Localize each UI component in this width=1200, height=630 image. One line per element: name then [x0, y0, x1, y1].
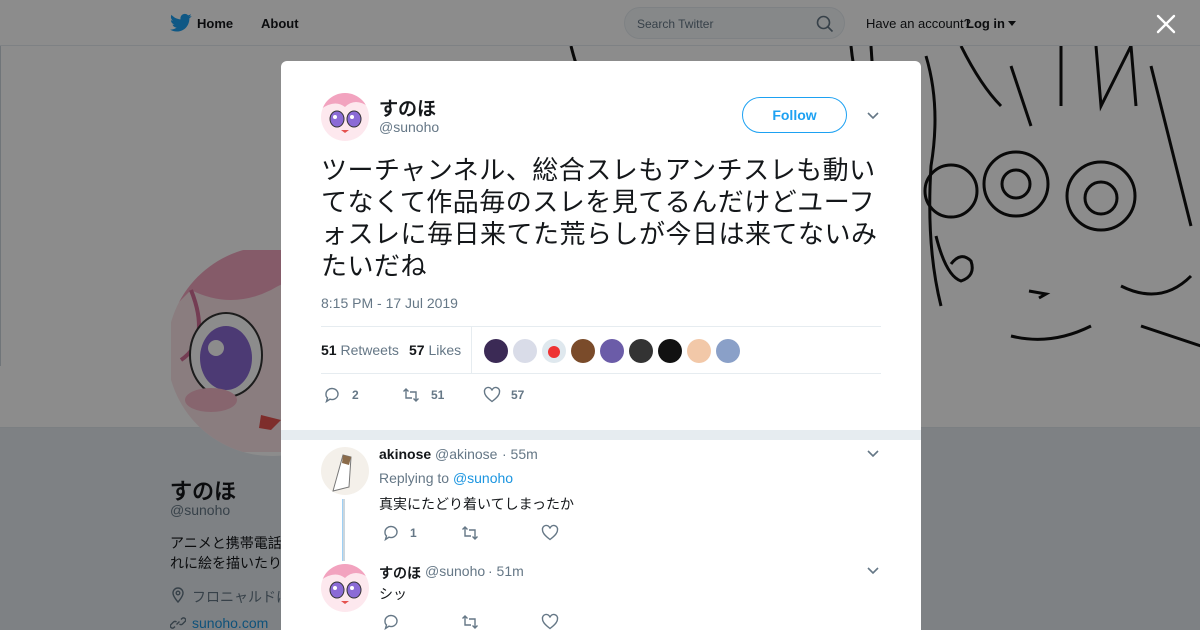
- liker-avatar[interactable]: [513, 339, 537, 363]
- tweet-stats: 51 Retweets 57 Likes: [321, 326, 881, 374]
- reply-avatar[interactable]: [321, 564, 369, 612]
- tweet-timestamp[interactable]: 8:15 PM - 17 Jul 2019: [321, 295, 458, 311]
- author-avatar[interactable]: [321, 93, 369, 141]
- reply-avatar[interactable]: [321, 447, 369, 495]
- reply-time[interactable]: · 51m: [488, 563, 524, 579]
- author-avatar-image: [321, 93, 369, 141]
- reply-icon[interactable]: [382, 613, 400, 630]
- retweets-count: 51: [321, 342, 337, 358]
- tweet-text: ツーチャンネル、総合スレもアンチスレも動いてなくて作品毎のスレを見てるんだけどユ…: [321, 155, 878, 281]
- reply-time[interactable]: · 55m: [502, 446, 538, 462]
- likes-stat[interactable]: 57 Likes: [409, 342, 461, 358]
- follow-button[interactable]: Follow: [742, 97, 847, 133]
- like-count: 57: [511, 388, 525, 402]
- tweet-modal: すのほ @sunoho Follow ツーチャンネル、総合スレもアンチスレも動い…: [281, 61, 921, 630]
- likes-label: Likes: [428, 342, 462, 358]
- close-icon[interactable]: [1154, 12, 1178, 36]
- reply-author-handle[interactable]: @akinose: [435, 446, 497, 462]
- reply-avatar-image: [321, 447, 369, 495]
- retweets-stat[interactable]: 51 Retweets: [321, 342, 399, 358]
- heart-icon[interactable]: [541, 613, 559, 630]
- replying-to-prefix: Replying to: [379, 470, 450, 486]
- replying-to-link[interactable]: @sunoho: [453, 470, 513, 486]
- reply-text: 真実にたどり着いてしまったか: [379, 496, 575, 512]
- tomato-icon: [548, 346, 560, 358]
- heart-icon[interactable]: [541, 524, 559, 542]
- reply-text: シッ: [379, 586, 407, 602]
- reply-count: 1: [410, 526, 417, 540]
- reply-author-name[interactable]: akinose: [379, 446, 431, 462]
- liker-avatar[interactable]: [629, 339, 653, 363]
- heart-icon[interactable]: [483, 386, 501, 404]
- liker-avatar[interactable]: [658, 339, 682, 363]
- reply-icon[interactable]: [323, 386, 341, 404]
- retweet-icon[interactable]: [402, 386, 420, 404]
- chevron-down-icon[interactable]: [867, 450, 879, 458]
- reply-author-handle[interactable]: @sunoho: [425, 563, 485, 579]
- chevron-down-icon[interactable]: [867, 112, 879, 120]
- liker-avatar[interactable]: [716, 339, 740, 363]
- liker-avatar[interactable]: [484, 339, 508, 363]
- replying-to: Replying to @sunoho: [379, 470, 513, 486]
- likes-count: 57: [409, 342, 425, 358]
- chevron-down-icon[interactable]: [867, 567, 879, 575]
- reply-count: 2: [352, 388, 359, 402]
- stats-divider: [471, 327, 472, 373]
- retweets-label: Retweets: [340, 342, 399, 358]
- author-handle[interactable]: @sunoho: [379, 119, 439, 135]
- replies-separator: [281, 430, 921, 440]
- reply-icon[interactable]: [382, 524, 400, 542]
- reply-author-name[interactable]: すのほ: [379, 563, 421, 583]
- retweet-icon[interactable]: [461, 613, 479, 630]
- liker-avatar[interactable]: [600, 339, 624, 363]
- author-name[interactable]: すのほ: [379, 94, 436, 121]
- reply-avatar-image: [321, 564, 369, 612]
- liker-avatar[interactable]: [542, 339, 566, 363]
- liker-avatar[interactable]: [571, 339, 595, 363]
- liker-avatar[interactable]: [687, 339, 711, 363]
- retweet-count: 51: [431, 388, 445, 402]
- retweet-icon[interactable]: [461, 524, 479, 542]
- thread-line: [342, 499, 345, 561]
